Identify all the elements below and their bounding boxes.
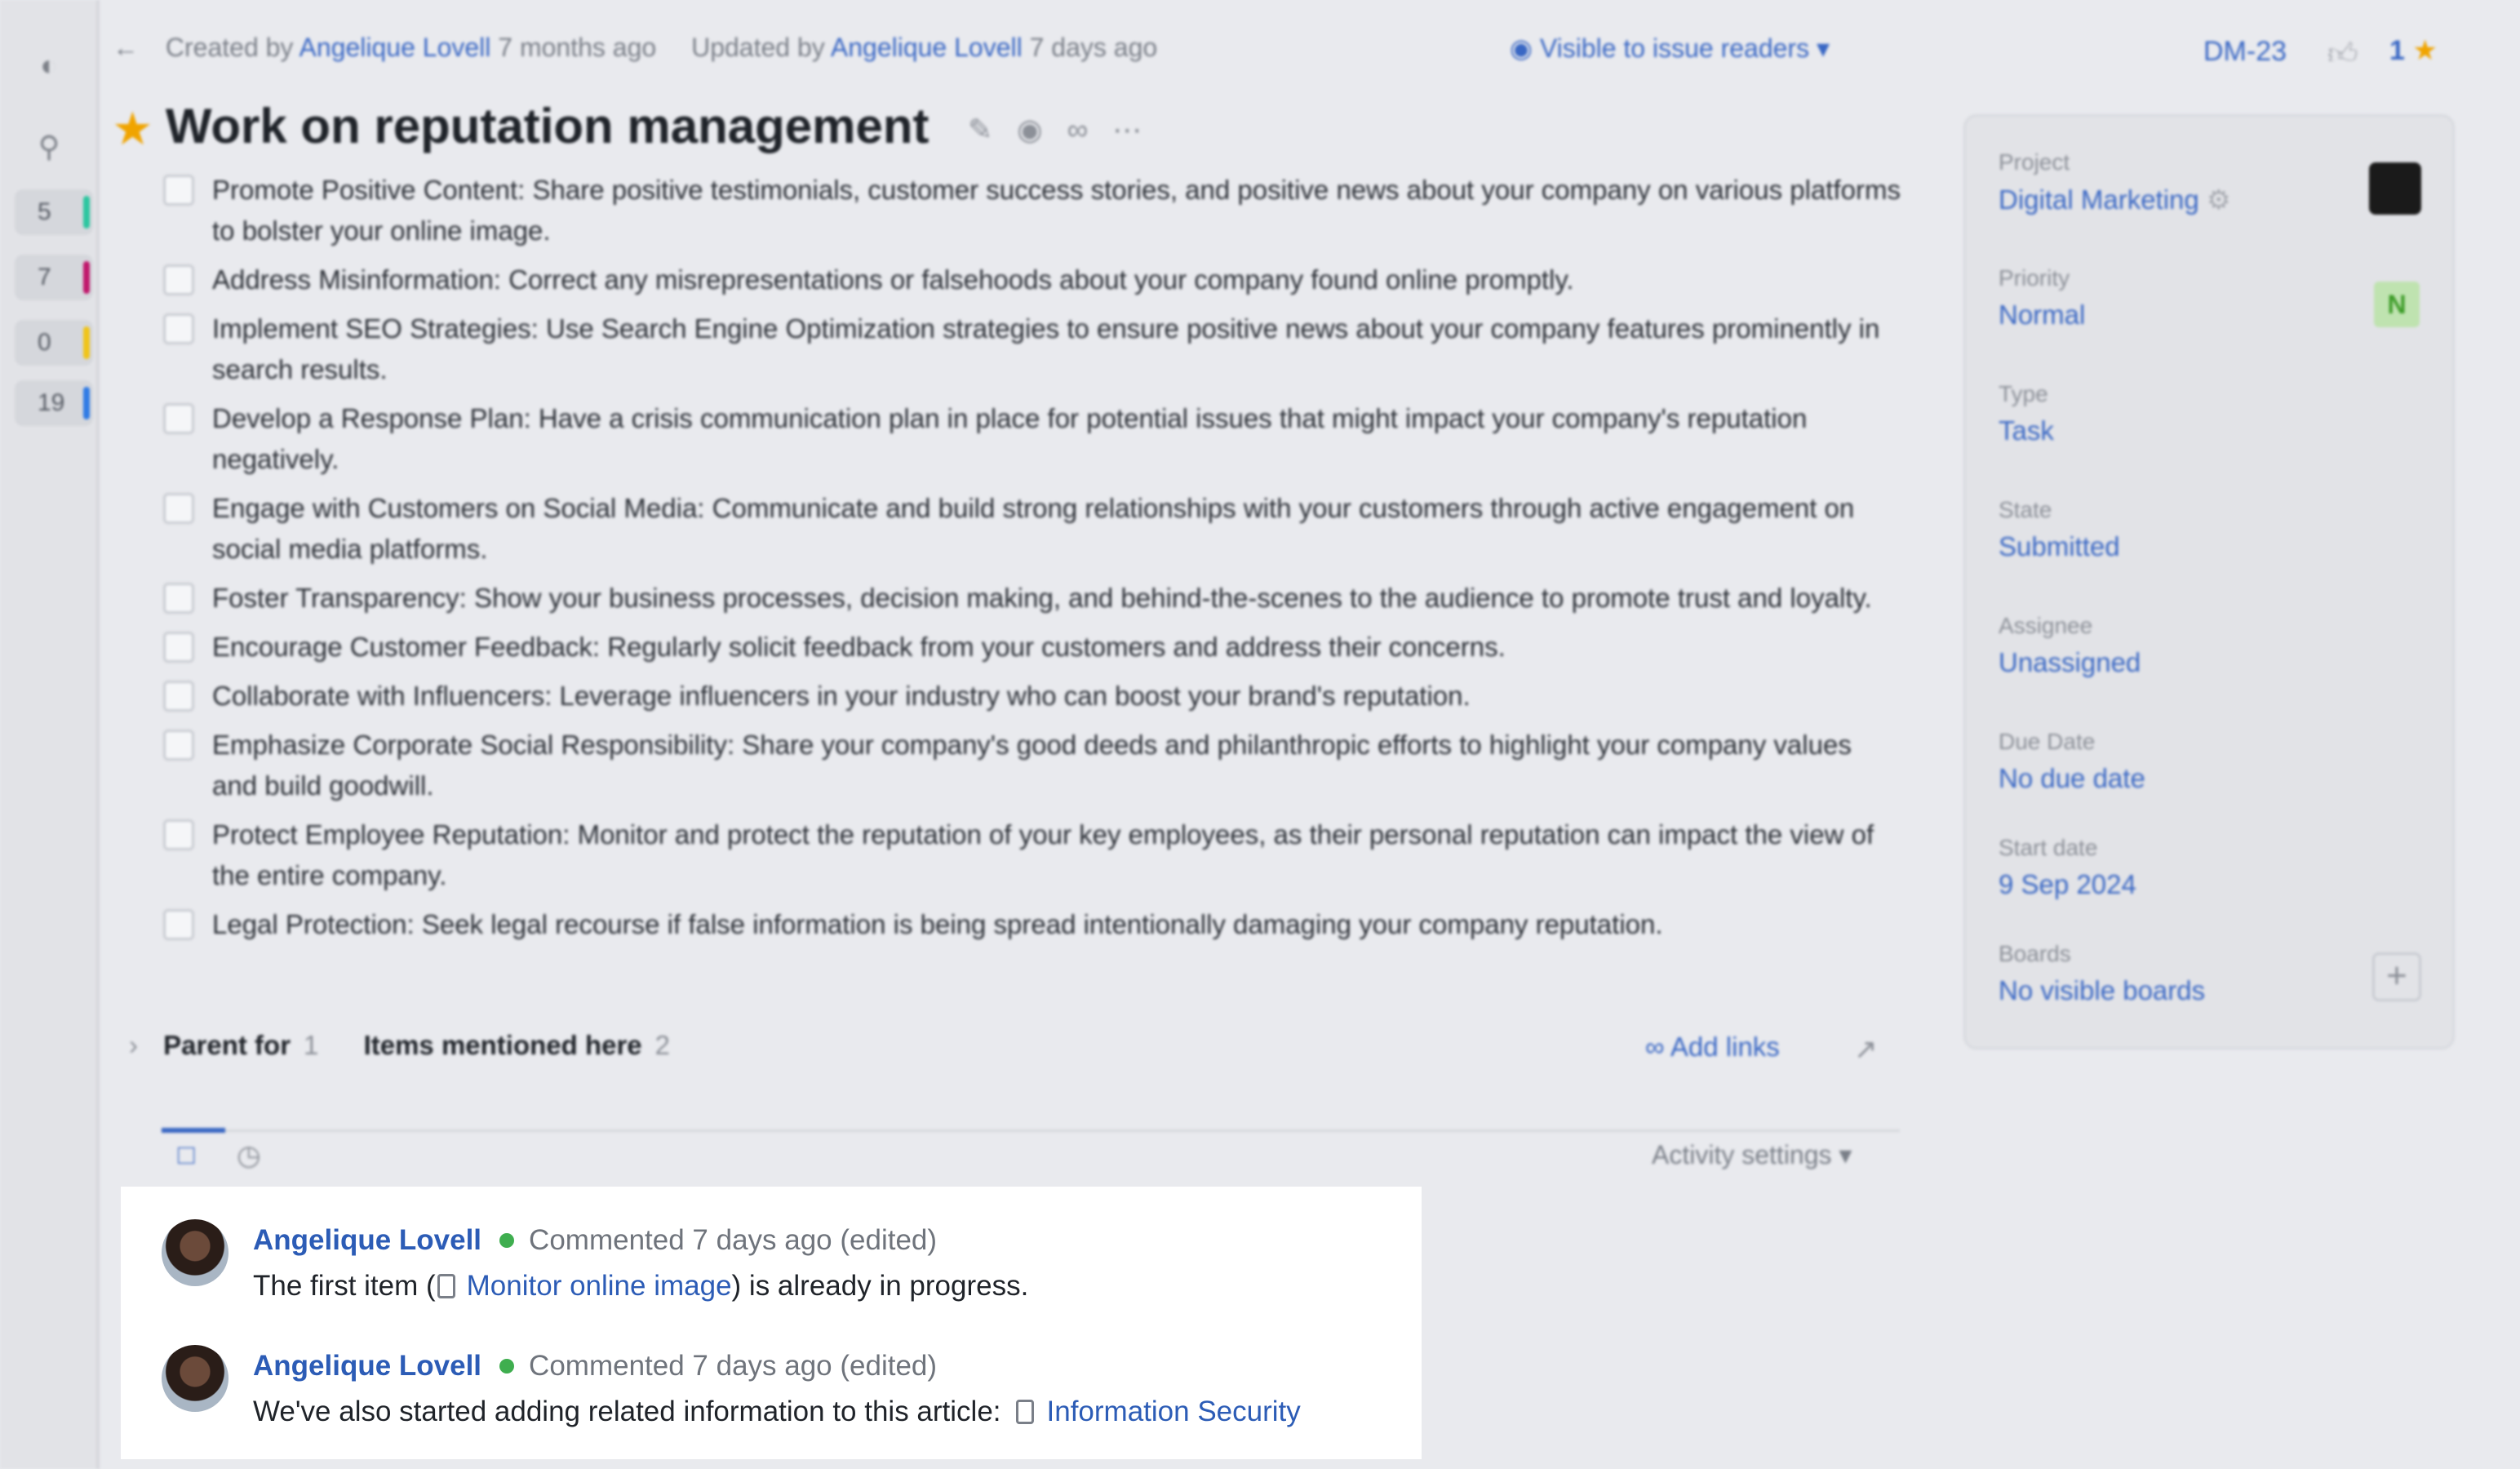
checklist-item: Foster Transparency: Show your business … <box>163 578 1901 619</box>
checkbox[interactable] <box>163 681 194 712</box>
logo-icon[interactable]: ◐ <box>31 47 67 83</box>
comment-body: The first item (Monitor online image) is… <box>253 1270 1029 1302</box>
issue-link[interactable]: Monitor online image <box>467 1270 732 1302</box>
chevron-down-icon: ▾ <box>1816 33 1830 63</box>
more-icon[interactable]: ⋯ <box>1112 113 1166 146</box>
parent-for-tab[interactable]: Parent for <box>163 1030 291 1060</box>
document-icon <box>1015 1400 1034 1424</box>
checklist-item: Address Misinformation: Correct any misr… <box>163 260 1901 300</box>
checklist-item: Collaborate with Influencers: Leverage i… <box>163 676 1901 717</box>
comment-timestamp[interactable]: Commented 7 days ago (edited) <box>529 1224 937 1256</box>
sidebar-count-item[interactable]: 5 <box>15 189 93 235</box>
updated-by-link[interactable]: Angelique Lovell <box>831 33 1023 62</box>
page-title: ★ Work on reputation management <box>114 99 929 153</box>
online-status-dot <box>499 1359 515 1374</box>
issue-meta: ← Created by Angelique Lovell 7 months a… <box>113 33 1158 62</box>
link-icon[interactable]: ∞ <box>1067 113 1113 146</box>
avatar[interactable] <box>162 1219 228 1286</box>
open-external-icon[interactable]: ↗ <box>1854 1033 1878 1066</box>
checkbox[interactable] <box>163 403 194 434</box>
created-by-link[interactable]: Angelique Lovell <box>299 33 491 62</box>
tag-icon[interactable]: ◉ <box>1017 113 1067 146</box>
back-arrow-icon[interactable]: ← <box>113 33 139 62</box>
field-type[interactable]: Type Task <box>1999 381 2054 446</box>
field-start-date[interactable]: Start date 9 Sep 2024 <box>1999 835 2136 900</box>
left-sidebar: ◐ ⚲ 5 7 0 19 <box>0 0 100 1469</box>
checkbox[interactable] <box>163 493 194 524</box>
checkbox[interactable] <box>163 264 194 295</box>
project-logo <box>2369 162 2421 215</box>
relations-bar: › Parent for 1 Items mentioned here 2 <box>129 1030 671 1060</box>
checklist-item: Develop a Response Plan: Have a crisis c… <box>163 398 1901 480</box>
checklist-item: Encourage Customer Feedback: Regularly s… <box>163 627 1901 668</box>
description-checklist: Promote Positive Content: Share positive… <box>163 170 1901 953</box>
field-priority[interactable]: Priority Normal <box>1999 265 2085 331</box>
field-assignee[interactable]: Assignee Unassigned <box>1999 613 2141 678</box>
checklist-item: Emphasize Corporate Social Responsibilit… <box>163 725 1901 806</box>
star-icon[interactable]: ★ <box>114 106 151 152</box>
title-toolbar: ✎◉∞⋯ <box>968 113 1166 147</box>
comment-author[interactable]: Angelique Lovell <box>253 1224 481 1256</box>
checkbox[interactable] <box>163 730 194 761</box>
comment-timestamp[interactable]: Commented 7 days ago (edited) <box>529 1350 937 1382</box>
chevron-right-icon[interactable]: › <box>129 1030 138 1060</box>
visibility-dropdown[interactable]: ◉ Visible to issue readers ▾ <box>1510 33 1830 64</box>
activity-divider <box>162 1129 1900 1132</box>
sidebar-count-item[interactable]: 19 <box>15 380 93 426</box>
checklist-item: Promote Positive Content: Share positive… <box>163 170 1901 251</box>
history-tab-icon[interactable]: ◷ <box>237 1139 261 1172</box>
checkbox[interactable] <box>163 583 194 614</box>
checkbox[interactable] <box>163 909 194 940</box>
chevron-down-icon: ▾ <box>1839 1140 1852 1169</box>
checklist-item: Protect Employee Reputation: Monitor and… <box>163 814 1901 896</box>
checkbox[interactable] <box>163 632 194 663</box>
checklist-item: Legal Protection: Seek legal recourse if… <box>163 904 1901 945</box>
avatar[interactable] <box>162 1345 228 1412</box>
field-boards[interactable]: Boards No visible boards <box>1999 941 2205 1006</box>
priority-badge: N <box>2374 282 2420 327</box>
checkbox[interactable] <box>163 175 194 206</box>
activity-settings-dropdown[interactable]: Activity settings ▾ <box>1652 1139 1852 1170</box>
checkbox[interactable] <box>163 819 194 850</box>
online-status-dot <box>499 1233 515 1249</box>
checklist-item: Engage with Customers on Social Media: C… <box>163 488 1901 570</box>
link-icon: ∞ <box>1645 1032 1665 1062</box>
add-links-button[interactable]: ∞ Add links <box>1645 1032 1780 1063</box>
items-mentioned-tab[interactable]: Items mentioned here <box>364 1030 642 1060</box>
comment-body: We've also started adding related inform… <box>253 1396 1301 1427</box>
article-link[interactable]: Information Security <box>1047 1396 1301 1427</box>
comment-author[interactable]: Angelique Lovell <box>253 1350 481 1382</box>
comments-tab-icon[interactable]: □ <box>178 1139 195 1171</box>
checklist-item: Implement SEO Strategies: Use Search Eng… <box>163 308 1901 390</box>
comments-list: Angelique Lovell Commented 7 days ago (ed… <box>121 1187 1422 1459</box>
field-state[interactable]: State Submitted <box>1999 497 2120 562</box>
star-icon: ★ <box>2412 35 2438 66</box>
edit-icon[interactable]: ✎ <box>968 113 1017 146</box>
sidebar-count-item[interactable]: 0 <box>15 320 93 366</box>
issue-id[interactable]: DM-23 <box>2203 36 2287 68</box>
clipboard-icon <box>437 1274 455 1298</box>
checkbox[interactable] <box>163 313 194 344</box>
star-count[interactable]: 1 ★ <box>2389 34 2438 67</box>
field-project[interactable]: Project Digital Marketing ⚙ <box>1999 149 2231 215</box>
add-board-button[interactable]: + <box>2372 952 2421 1001</box>
active-tab-indicator <box>162 1128 225 1133</box>
sidebar-count-item[interactable]: 7 <box>15 255 93 300</box>
field-due-date[interactable]: Due Date No due date <box>1999 729 2145 794</box>
gear-icon[interactable]: ⚙ <box>2207 184 2231 215</box>
issue-fields-panel: Project Digital Marketing ⚙ Priority Nor… <box>1963 114 2455 1050</box>
search-icon[interactable]: ⚲ <box>31 129 67 165</box>
thumbs-up-icon[interactable]: 👍︎ <box>2327 36 2358 72</box>
eye-icon: ◉ <box>1510 33 1533 63</box>
